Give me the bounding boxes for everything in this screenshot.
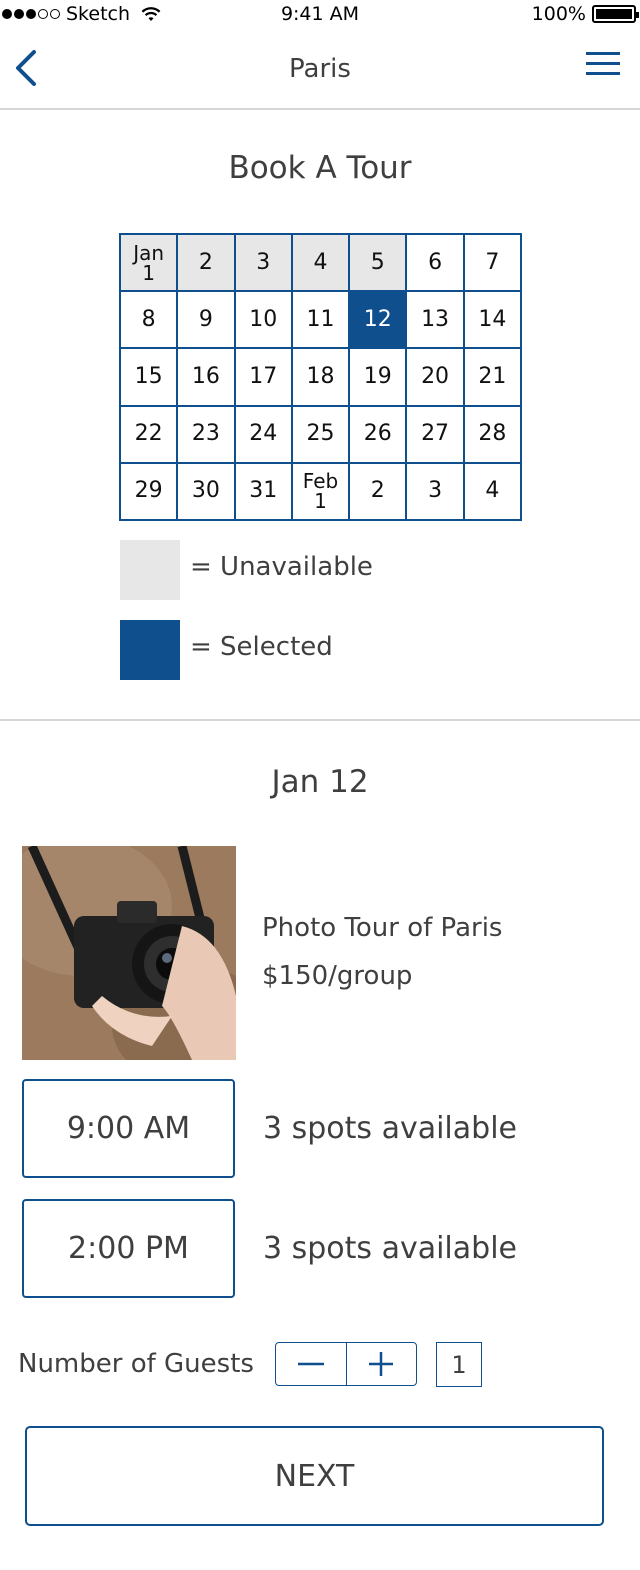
calendar-day[interactable]: 13 (407, 292, 463, 348)
calendar-day[interactable]: 14 (464, 292, 520, 348)
calendar-day-selected[interactable]: 12 (350, 292, 406, 348)
slot-availability: 3 spots available (263, 1231, 517, 1266)
plus-icon (369, 1352, 394, 1376)
unavailable-swatch (120, 540, 180, 600)
divider (0, 719, 640, 721)
minus-icon (297, 1362, 324, 1366)
calendar-day[interactable]: 19 (350, 349, 406, 405)
selected-swatch (120, 620, 180, 680)
calendar-day[interactable]: 29 (121, 463, 177, 519)
increment-button[interactable] (345, 1343, 417, 1385)
decrement-button[interactable] (276, 1343, 346, 1385)
nav-bar: Paris (0, 28, 640, 110)
slot-availability: 3 spots available (263, 1111, 517, 1146)
calendar-day[interactable]: 7 (464, 235, 520, 291)
guests-label: Number of Guests (18, 1349, 254, 1379)
guest-stepper (275, 1342, 417, 1386)
calendar-day-unavailable: 2 (178, 235, 234, 291)
status-bar: Sketch 9:41 AM 100% (0, 0, 640, 28)
calendar-day[interactable]: Feb 1 (292, 463, 349, 519)
legend-selected: = Selected (190, 632, 333, 662)
battery-icon (592, 5, 639, 23)
calendar-day[interactable]: 30 (178, 463, 234, 519)
calendar-day[interactable]: 8 (121, 292, 177, 348)
calendar-day[interactable]: 21 (464, 349, 520, 405)
calendar-day[interactable]: 11 (292, 292, 349, 348)
battery-status: 100% (531, 3, 639, 25)
calendar-day[interactable]: 22 (121, 406, 177, 462)
hamburger-menu-icon[interactable] (586, 52, 620, 86)
selected-date: Jan 12 (271, 764, 369, 800)
calendar-day[interactable]: 10 (235, 292, 291, 348)
calendar-day[interactable]: 2 (350, 463, 406, 519)
calendar-day[interactable]: 4 (464, 463, 520, 519)
legend-unavailable: = Unavailable (190, 552, 373, 582)
calendar-day[interactable]: 6 (407, 235, 463, 291)
time-slot-button[interactable]: 2:00 PM (22, 1199, 235, 1298)
calendar-day[interactable]: 20 (407, 349, 463, 405)
calendar-day[interactable]: 27 (407, 406, 463, 462)
calendar-day-unavailable: Jan 1 (121, 235, 177, 291)
calendar-day[interactable]: 3 (407, 463, 463, 519)
tour-image (22, 846, 236, 1060)
next-button[interactable]: NEXT (25, 1426, 604, 1526)
calendar-day-unavailable: 3 (235, 235, 291, 291)
calendar-grid: Jan 1 2 3 4 5 6 7 8 9 10 11 12 13 14 15 16 17 18 19 20 21 22 2… (119, 233, 522, 521)
booking-heading: Book A Tour (228, 150, 412, 186)
calendar-day[interactable]: 15 (121, 349, 177, 405)
calendar-day-unavailable: 5 (350, 235, 406, 291)
calendar-day[interactable]: 26 (350, 406, 406, 462)
calendar-day[interactable]: 17 (235, 349, 291, 405)
calendar-day[interactable]: 28 (464, 406, 520, 462)
battery-percent: 100% (531, 3, 586, 25)
calendar-day[interactable]: 25 (292, 406, 349, 462)
tour-price: $150/group (262, 961, 413, 991)
calendar-day[interactable]: 31 (235, 463, 291, 519)
calendar-day-unavailable: 4 (292, 235, 349, 291)
calendar-day[interactable]: 23 (178, 406, 234, 462)
calendar-day[interactable]: 24 (235, 406, 291, 462)
time-slot-button[interactable]: 9:00 AM (22, 1079, 235, 1178)
tour-name: Photo Tour of Paris (262, 913, 503, 943)
calendar-day[interactable]: 18 (292, 349, 349, 405)
page-title: Paris (289, 54, 351, 84)
calendar-day[interactable]: 16 (178, 349, 234, 405)
calendar-day[interactable]: 9 (178, 292, 234, 348)
guest-count: 1 (436, 1342, 482, 1387)
